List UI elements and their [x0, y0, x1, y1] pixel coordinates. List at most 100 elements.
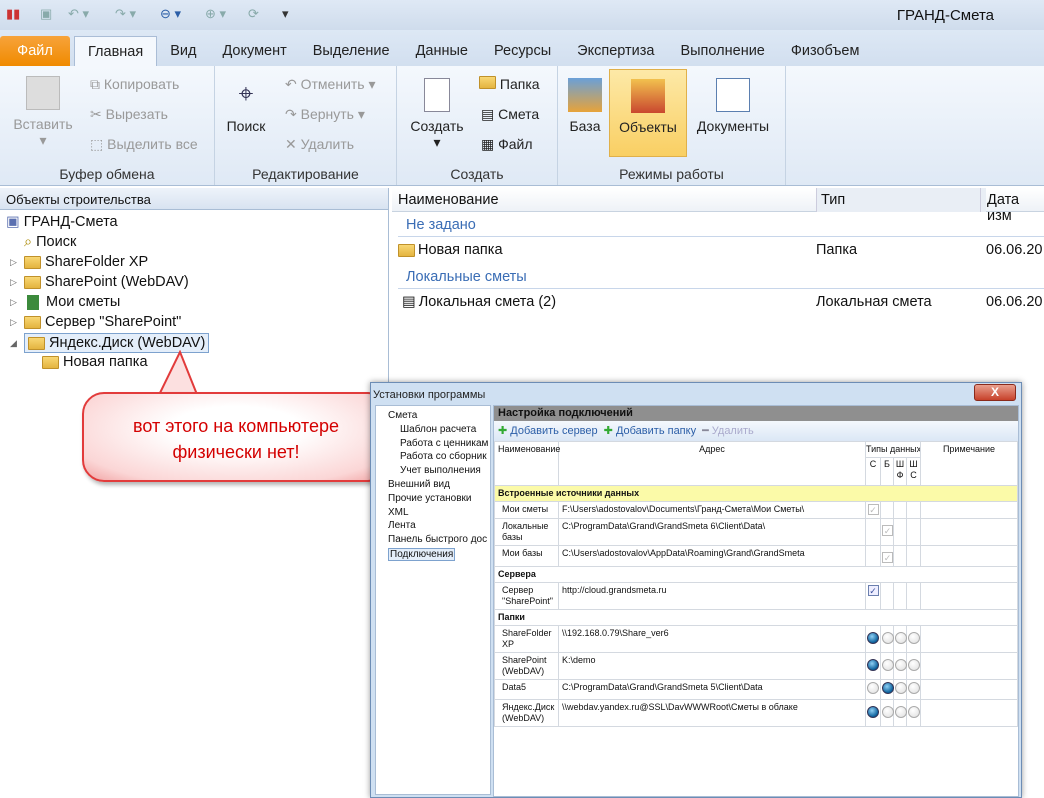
expand-icon[interactable]: ▷: [10, 297, 20, 308]
tree-node-sharefolder[interactable]: ▷ ShareFolder XP: [10, 254, 148, 270]
connection-row[interactable]: Локальные базы C:\ProgramData\Grand\Grand…: [494, 518, 1018, 546]
list-row[interactable]: Новая папка: [398, 242, 503, 258]
settings-tree-item[interactable]: Внешний вид: [388, 479, 450, 490]
connection-address[interactable]: http://cloud.grandsmeta.ru: [558, 582, 866, 610]
collapse-icon[interactable]: ◢: [10, 338, 20, 349]
create-button[interactable]: Создать ▾: [407, 78, 467, 151]
type-radio[interactable]: [882, 682, 894, 694]
cut-button[interactable]: ✂ Вырезать: [90, 106, 168, 123]
connection-note[interactable]: [920, 699, 1018, 727]
type-radio[interactable]: [895, 682, 907, 694]
connection-note[interactable]: [920, 582, 1018, 610]
settings-tree-item[interactable]: Учет выполнения: [400, 465, 481, 476]
connection-note[interactable]: [920, 545, 1018, 567]
connection-address[interactable]: K:\demo: [558, 652, 866, 680]
undo-button[interactable]: ↶ Отменить ▾: [285, 76, 376, 93]
back-icon[interactable]: ⊖ ▾: [160, 6, 181, 22]
connection-address[interactable]: F:\Users\adostovalov\Documents\Гранд-Сме…: [558, 501, 866, 519]
column-name[interactable]: Наименование: [398, 192, 499, 208]
tab-resources[interactable]: Ресурсы: [481, 36, 564, 66]
estimate-button[interactable]: ▤ Смета: [481, 106, 539, 123]
search-button[interactable]: ⌖ Поиск: [221, 78, 271, 134]
connection-row[interactable]: SharePoint (WebDAV) K:\demo: [494, 652, 1018, 680]
forward-icon[interactable]: ⊕ ▾: [205, 6, 226, 22]
connection-note[interactable]: [920, 518, 1018, 546]
tab-execution[interactable]: Выполнение: [667, 36, 777, 66]
type-radio[interactable]: [867, 631, 879, 644]
tree-node-root[interactable]: ▣ ГРАНД-Смета: [6, 214, 118, 230]
type-radio[interactable]: [867, 658, 879, 671]
objects-button[interactable]: Объекты: [609, 69, 687, 157]
settings-tree-item[interactable]: Лента: [388, 520, 416, 531]
type-radio[interactable]: [882, 658, 894, 671]
file-button[interactable]: ▦ Файл: [481, 136, 533, 153]
type-checkbox[interactable]: ✓: [882, 552, 893, 563]
type-radio[interactable]: [867, 682, 879, 694]
redo-icon[interactable]: ↷ ▾: [115, 6, 136, 22]
type-radio[interactable]: [908, 631, 920, 644]
folder-button[interactable]: Папка: [479, 76, 540, 92]
settings-tree-item[interactable]: Работа с ценникам: [400, 438, 488, 449]
connection-address[interactable]: C:\Users\adostovalov\AppData\Roaming\Gra…: [558, 545, 866, 567]
settings-tree-item[interactable]: Шаблон расчета: [400, 424, 476, 435]
tab-physvolume[interactable]: Физобъем: [778, 36, 873, 66]
documents-button[interactable]: Документы: [692, 78, 774, 134]
settings-tree-item[interactable]: Работа со сборник: [400, 451, 487, 462]
type-radio[interactable]: [908, 705, 920, 718]
connection-note[interactable]: [920, 625, 1018, 653]
connection-note[interactable]: [920, 652, 1018, 680]
type-radio[interactable]: [895, 658, 907, 671]
column-date[interactable]: Дата изм: [980, 188, 1044, 224]
add-folder-button[interactable]: ✚ Добавить папку: [604, 424, 696, 438]
delete-button[interactable]: ━ Удалить: [702, 424, 754, 438]
connection-address[interactable]: \\webdav.yandex.ru@SSL\DavWWWRoot\Сметы …: [558, 699, 866, 727]
type-checkbox[interactable]: ✓: [882, 525, 893, 536]
redo-button[interactable]: ↷ Вернуть ▾: [285, 106, 365, 123]
customize-quick-access-icon[interactable]: ▾: [282, 6, 289, 22]
tab-document[interactable]: Документ: [209, 36, 299, 66]
tab-selection[interactable]: Выделение: [300, 36, 403, 66]
connection-row[interactable]: Сервер "SharePoint" http://cloud.grandsme…: [494, 582, 1018, 610]
connection-row[interactable]: Яндекс.Диск (WebDAV) \\webdav.yandex.ru@S…: [494, 699, 1018, 727]
type-radio[interactable]: [882, 631, 894, 644]
select-all-button[interactable]: ⬚ Выделить все: [90, 136, 198, 153]
connection-address[interactable]: \\192.168.0.79\Share_ver6: [558, 625, 866, 653]
base-button[interactable]: База: [566, 78, 604, 134]
type-radio[interactable]: [895, 705, 907, 718]
close-button[interactable]: X: [974, 384, 1016, 401]
tree-node-sharepoint[interactable]: ▷ SharePoint (WebDAV): [10, 274, 189, 290]
list-row[interactable]: ▤ Локальная смета (2): [402, 294, 556, 310]
type-radio[interactable]: [867, 705, 879, 718]
expand-icon[interactable]: ▷: [10, 317, 20, 328]
type-radio[interactable]: [895, 631, 907, 644]
type-radio[interactable]: [908, 682, 920, 694]
tab-data[interactable]: Данные: [403, 36, 481, 66]
tab-view[interactable]: Вид: [157, 36, 209, 66]
delete-button[interactable]: ✕ Удалить: [285, 136, 354, 153]
connection-row[interactable]: Data5 C:\ProgramData\Grand\GrandSmeta 5\C…: [494, 679, 1018, 700]
tree-node-my-estimates[interactable]: ▷ Мои сметы: [10, 294, 120, 310]
paste-button[interactable]: Вставить ▾: [8, 76, 78, 149]
undo-icon[interactable]: ↶ ▾: [68, 6, 89, 22]
connection-address[interactable]: C:\ProgramData\Grand\GrandSmeta 6\Client…: [558, 518, 866, 546]
add-server-button[interactable]: ✚ Добавить сервер: [498, 424, 598, 438]
tab-expertise[interactable]: Экспертиза: [564, 36, 667, 66]
type-checkbox[interactable]: ✓: [867, 585, 879, 596]
connection-address[interactable]: C:\ProgramData\Grand\GrandSmeta 5\Client…: [558, 679, 866, 700]
connection-note[interactable]: [920, 679, 1018, 700]
connection-note[interactable]: [920, 501, 1018, 519]
column-type[interactable]: Тип: [816, 188, 986, 212]
settings-tree-item[interactable]: Прочие установки: [388, 493, 472, 504]
settings-tree-item[interactable]: Панель быстрого дос: [388, 534, 487, 545]
tree-node-search[interactable]: ⌕ Поиск: [24, 234, 76, 250]
type-radio[interactable]: [908, 658, 920, 671]
settings-tree-item[interactable]: Подключения: [388, 548, 456, 561]
copy-button[interactable]: ⧉ Копировать: [90, 76, 179, 93]
refresh-icon[interactable]: ⟳: [248, 6, 259, 22]
expand-icon[interactable]: ▷: [10, 277, 20, 288]
save-icon[interactable]: ▣: [40, 6, 52, 22]
type-checkbox[interactable]: ✓: [867, 504, 879, 515]
tab-home[interactable]: Главная: [74, 36, 158, 66]
connection-row[interactable]: Мои базы C:\Users\adostovalov\AppData\Roa…: [494, 545, 1018, 567]
tree-node-new-folder[interactable]: Новая папка: [42, 354, 148, 370]
